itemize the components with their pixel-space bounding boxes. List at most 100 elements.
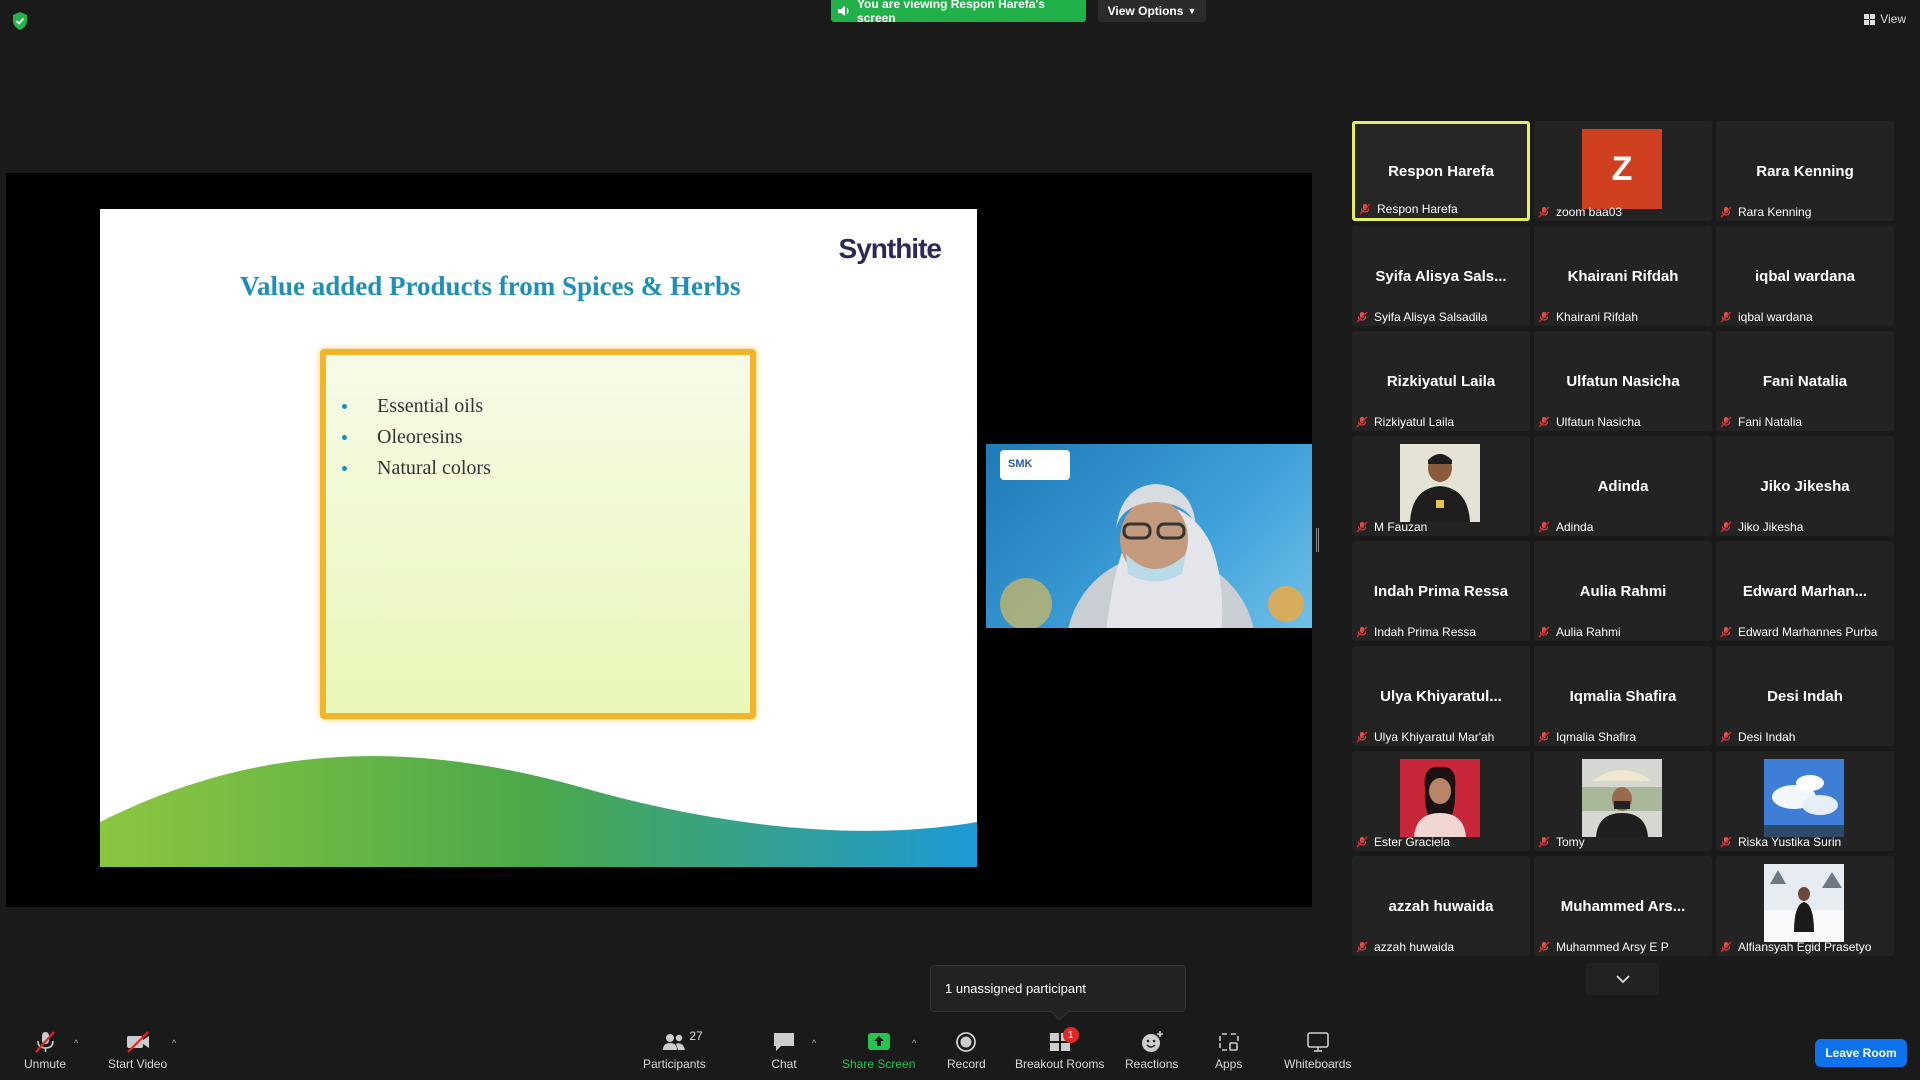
view-button[interactable]: View	[1864, 12, 1906, 26]
participants-button[interactable]: 27 Participants	[643, 1029, 706, 1071]
participant-tile[interactable]: Adinda Adinda	[1534, 436, 1712, 536]
speaker-video-feed[interactable]: SMK	[986, 444, 1312, 628]
participant-name-label: iqbal wardana	[1720, 310, 1813, 324]
participant-tile[interactable]: Edward Marhan... Edward Marhannes Purba	[1716, 541, 1894, 641]
participant-tile[interactable]: Iqmalia Shafira Iqmalia Shafira	[1534, 646, 1712, 746]
participant-video-thumbnail	[1400, 759, 1480, 837]
chat-options-caret[interactable]: ^	[812, 1038, 816, 1048]
participant-tile[interactable]: Respon Harefa Respon Harefa	[1352, 121, 1530, 221]
participant-tile[interactable]: iqbal wardana iqbal wardana	[1716, 226, 1894, 326]
participant-name-label: Ulfatun Nasicha	[1538, 415, 1641, 429]
whiteboards-button[interactable]: Whiteboards	[1284, 1030, 1351, 1071]
security-shield-icon[interactable]	[12, 12, 28, 30]
chevron-down-icon: ▼	[1187, 6, 1197, 16]
participant-display-name: Ulya Khiyaratul...	[1380, 688, 1502, 705]
apps-icon	[1218, 1033, 1239, 1051]
participant-name: Iqmalia Shafira	[1556, 730, 1637, 744]
participant-tile[interactable]: Riska Yustika Surin	[1716, 751, 1894, 851]
view-options-button[interactable]: View Options ▼	[1098, 0, 1206, 22]
participant-name: M Fauzan	[1374, 520, 1428, 534]
participant-name-label: Respon Harefa	[1359, 202, 1458, 216]
unassigned-participant-tooltip[interactable]: 1 unassigned participant	[930, 965, 1186, 1012]
participant-name-label: Jiko Jikesha	[1720, 520, 1803, 534]
slide-bullet: Oleoresins	[336, 422, 750, 453]
breakout-rooms-badge: 1	[1062, 1027, 1079, 1043]
participants-icon	[663, 1034, 686, 1050]
participant-name: Adinda	[1556, 520, 1594, 534]
mic-muted-icon	[1538, 836, 1550, 848]
mic-muted-icon	[1356, 836, 1368, 848]
participant-tile[interactable]: Ulfatun Nasicha Ulfatun Nasicha	[1534, 331, 1712, 431]
participant-tile[interactable]: Rara Kenning Rara Kenning	[1716, 121, 1894, 221]
record-button[interactable]: Record	[947, 1030, 986, 1071]
participant-display-name: Rara Kenning	[1756, 163, 1854, 180]
reactions-button[interactable]: Reactions	[1125, 1030, 1178, 1071]
breakout-rooms-button[interactable]: 1 Breakout Rooms	[1015, 1027, 1104, 1071]
audio-options-caret[interactable]: ^	[74, 1038, 78, 1048]
slide-content-box: Essential oils Oleoresins Natural colors	[320, 349, 756, 719]
participant-tile[interactable]: Syifa Alisya Sals... Syifa Alisya Salsadi…	[1352, 226, 1530, 326]
unmute-button[interactable]: Unmute	[24, 1030, 66, 1071]
leave-room-button[interactable]: Leave Room	[1815, 1039, 1907, 1067]
mic-muted-icon	[1538, 731, 1550, 743]
participant-display-name: azzah huwaida	[1388, 898, 1494, 915]
participant-tile[interactable]: Indah Prima Ressa Indah Prima Ressa	[1352, 541, 1530, 641]
zoom-meeting-window: You are viewing Respon Harefa's screen V…	[0, 0, 1920, 1080]
participant-name: iqbal wardana	[1738, 310, 1813, 324]
participant-display-name: Edward Marhan...	[1742, 583, 1868, 600]
chat-button[interactable]: Chat	[771, 1030, 797, 1071]
participant-display-name: Ulfatun Nasicha	[1566, 373, 1680, 390]
participant-tile[interactable]: Alfiansyah Egid Prasetyo	[1716, 856, 1894, 956]
apps-button[interactable]: Apps	[1215, 1030, 1242, 1071]
participant-name: Ulya Khiyaratul Mar'ah	[1374, 730, 1495, 744]
video-options-caret[interactable]: ^	[172, 1038, 176, 1048]
participant-tile[interactable]: Muhammed Ars... Muhammed Arsy E P	[1534, 856, 1712, 956]
participant-name: Khairani Rifdah	[1556, 310, 1639, 324]
participant-tile[interactable]: Jiko Jikesha Jiko Jikesha	[1716, 436, 1894, 536]
start-video-button[interactable]: Start Video	[108, 1030, 167, 1071]
speaker-icon	[837, 6, 849, 16]
share-screen-icon	[867, 1033, 890, 1050]
view-label: View	[1880, 12, 1906, 26]
participant-name: Syifa Alisya Salsadila	[1374, 310, 1488, 324]
participant-name: Ulfatun Nasicha	[1556, 415, 1641, 429]
presentation-slide: Synthite Value added Products from Spice…	[100, 209, 977, 867]
mic-muted-icon	[1359, 203, 1371, 215]
participant-tile[interactable]: Tomy	[1534, 751, 1712, 851]
slide-title: Value added Products from Spices & Herbs	[240, 271, 741, 301]
participant-name: Ester Graciela	[1374, 835, 1451, 849]
chat-icon	[774, 1033, 794, 1051]
record-label: Record	[947, 1057, 986, 1071]
participant-tile[interactable]: azzah huwaida azzah huwaida	[1352, 856, 1530, 956]
participant-tile[interactable]: Zzoom baa03	[1534, 121, 1712, 221]
participant-tile[interactable]: Aulia Rahmi Aulia Rahmi	[1534, 541, 1712, 641]
start-video-label: Start Video	[108, 1057, 168, 1071]
participant-tile[interactable]: Desi Indah Desi Indah	[1716, 646, 1894, 746]
mic-muted-icon	[1356, 521, 1368, 533]
participant-tile[interactable]: Ulya Khiyaratul... Ulya Khiyaratul Mar'ah	[1352, 646, 1530, 746]
mic-muted-icon	[1720, 941, 1732, 953]
participant-tile[interactable]: Ester Graciela	[1352, 751, 1530, 851]
participant-name-label: Adinda	[1538, 520, 1593, 534]
participant-display-name: Fani Natalia	[1762, 373, 1848, 390]
share-screen-button[interactable]: Share Screen	[842, 1030, 915, 1071]
slide-logo: Synthite	[838, 233, 942, 264]
participant-tile[interactable]: Khairani Rifdah Khairani Rifdah	[1534, 226, 1712, 326]
participant-tile[interactable]: Rizkiyatul Laila Rizkiyatul Laila	[1352, 331, 1530, 431]
mic-muted-icon	[1538, 941, 1550, 953]
participant-name: Indah Prima Ressa	[1374, 625, 1477, 639]
participant-avatar: Z	[1582, 129, 1662, 209]
reactions-icon	[1141, 1031, 1163, 1052]
unmute-label: Unmute	[24, 1057, 67, 1071]
participant-tile[interactable]: M Fauzan	[1352, 436, 1530, 536]
participant-name-label: Alfiansyah Egid Prasetyo	[1720, 940, 1871, 954]
panel-resize-handle[interactable]	[1316, 528, 1319, 552]
mic-muted-icon	[1356, 731, 1368, 743]
mic-muted-icon	[1538, 311, 1550, 323]
participant-name-label: Riska Yustika Surin	[1720, 835, 1841, 849]
mic-muted-icon	[1538, 521, 1550, 533]
share-options-caret[interactable]: ^	[912, 1038, 916, 1048]
participant-name: Desi Indah	[1738, 730, 1796, 744]
participant-tile[interactable]: Fani Natalia Fani Natalia	[1716, 331, 1894, 431]
gallery-scroll-down-button[interactable]	[1586, 963, 1659, 995]
